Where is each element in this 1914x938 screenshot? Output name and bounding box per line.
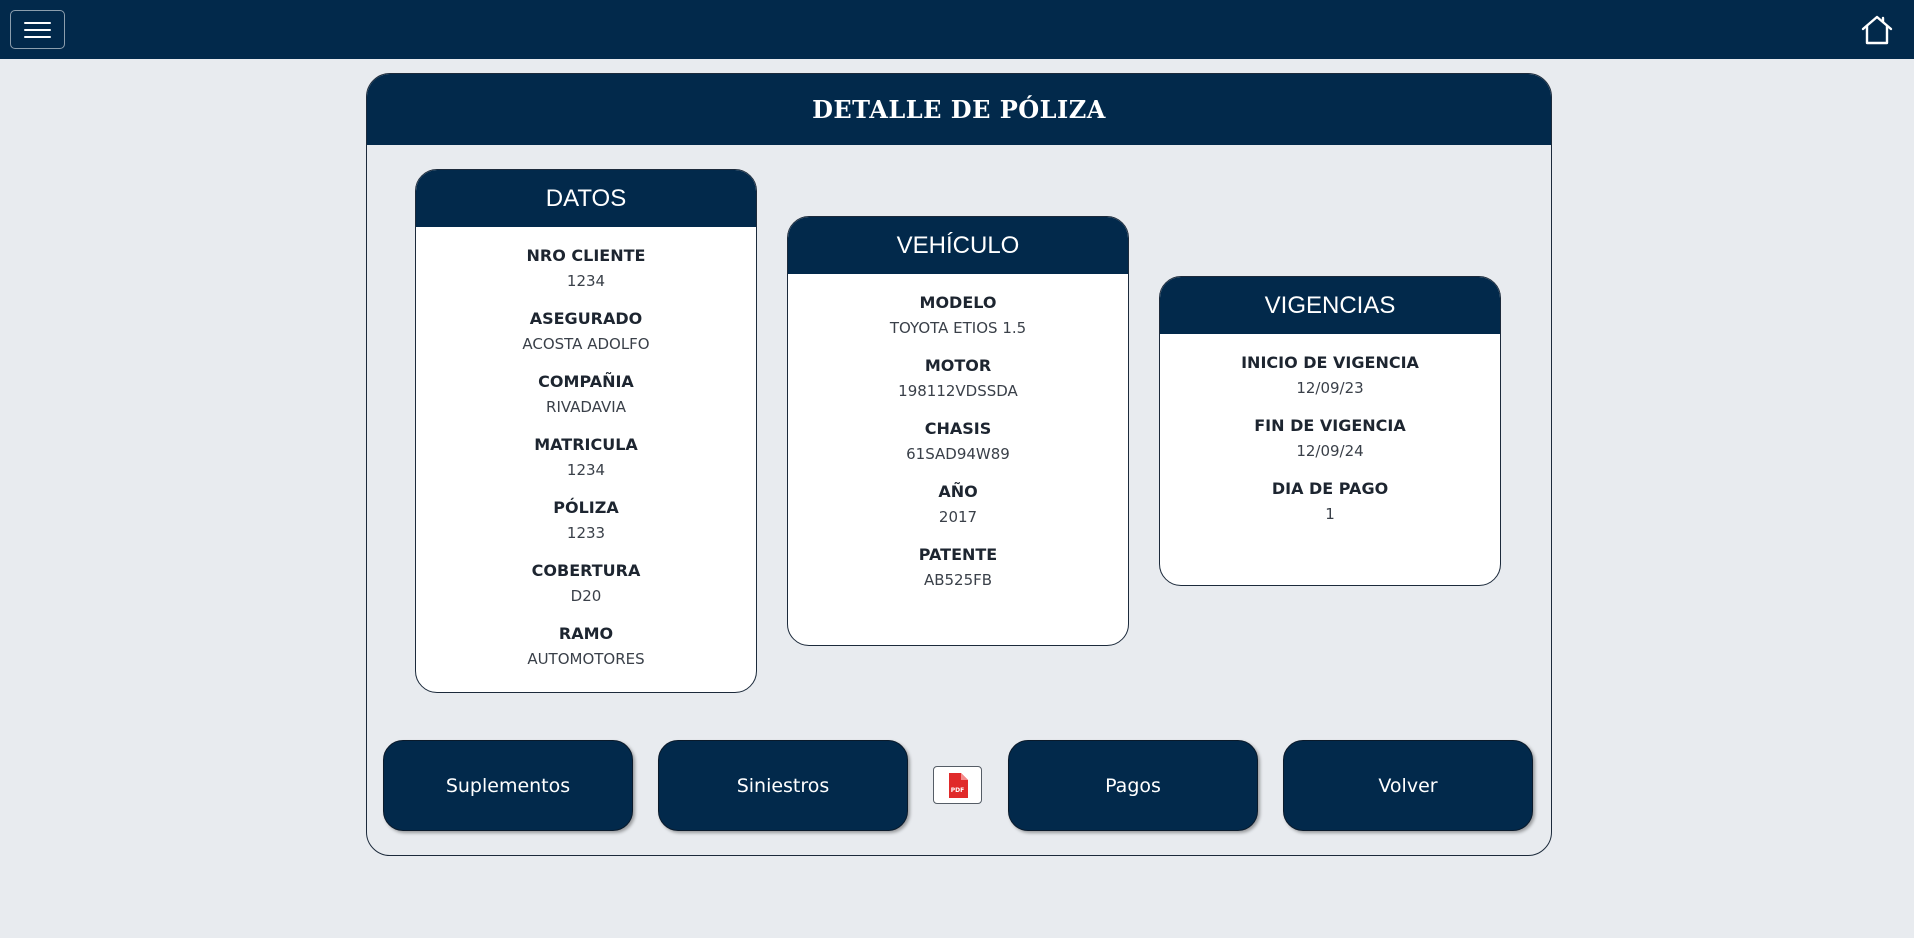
datos-panel: DATOS NRO CLIENTE 1234 ASEGURADO ACOSTA … xyxy=(415,169,757,693)
field-label: NRO CLIENTE xyxy=(526,246,646,265)
siniestros-button[interactable]: Siniestros xyxy=(658,740,908,831)
field-label: ASEGURADO xyxy=(529,309,643,328)
pdf-download-button[interactable]: PDF xyxy=(933,766,982,804)
field-value: 1 xyxy=(1325,505,1335,523)
field-label: PATENTE xyxy=(918,545,998,564)
field-nro-cliente: NRO CLIENTE 1234 xyxy=(416,245,756,308)
vigencias-panel: VIGENCIAS INICIO DE VIGENCIA 12/09/23 FI… xyxy=(1159,276,1501,586)
field-value: 198112VDSSDA xyxy=(898,382,1018,400)
field-value: TOYOTA ETIOS 1.5 xyxy=(889,319,1027,337)
field-label: COBERTURA xyxy=(531,561,641,580)
field-value: 1233 xyxy=(566,524,606,542)
vehiculo-panel: VEHÍCULO MODELO TOYOTA ETIOS 1.5 MOTOR 1… xyxy=(787,216,1129,646)
field-label: COMPAÑIA xyxy=(538,372,634,391)
datos-panel-body: NRO CLIENTE 1234 ASEGURADO ACOSTA ADOLFO… xyxy=(416,227,756,686)
field-value: 12/09/24 xyxy=(1296,442,1364,460)
top-navbar xyxy=(0,0,1914,59)
field-poliza: PÓLIZA 1233 xyxy=(416,497,756,560)
field-inicio-vigencia: INICIO DE VIGENCIA 12/09/23 xyxy=(1160,352,1500,415)
field-label: MATRICULA xyxy=(534,435,638,454)
field-fin-vigencia: FIN DE VIGENCIA 12/09/24 xyxy=(1160,415,1500,478)
pagos-button[interactable]: Pagos xyxy=(1008,740,1258,831)
field-anio: AÑO 2017 xyxy=(788,481,1128,544)
volver-button[interactable]: Volver xyxy=(1283,740,1533,831)
vehiculo-panel-title: VEHÍCULO xyxy=(788,217,1128,274)
field-asegurado: ASEGURADO ACOSTA ADOLFO xyxy=(416,308,756,371)
field-ramo: RAMO AUTOMOTORES xyxy=(416,623,756,686)
field-cobertura: COBERTURA D20 xyxy=(416,560,756,623)
field-dia-de-pago: DIA DE PAGO 1 xyxy=(1160,478,1500,541)
field-motor: MOTOR 198112VDSSDA xyxy=(788,355,1128,418)
hamburger-menu-icon[interactable] xyxy=(10,10,65,49)
field-label: INICIO DE VIGENCIA xyxy=(1241,353,1419,372)
field-value: 61SAD94W89 xyxy=(906,445,1010,463)
field-label: DIA DE PAGO xyxy=(1271,479,1389,498)
field-value: ACOSTA ADOLFO xyxy=(522,335,650,353)
field-label: PÓLIZA xyxy=(553,498,619,517)
field-value: 1234 xyxy=(566,461,606,479)
field-value: RIVADAVIA xyxy=(546,398,626,416)
field-value: 12/09/23 xyxy=(1296,379,1364,397)
field-compania: COMPAÑIA RIVADAVIA xyxy=(416,371,756,434)
field-label: MOTOR xyxy=(924,356,992,375)
field-label: AÑO xyxy=(938,482,978,501)
field-value: D20 xyxy=(570,587,602,605)
vehiculo-panel-body: MODELO TOYOTA ETIOS 1.5 MOTOR 198112VDSS… xyxy=(788,274,1128,607)
field-label: RAMO xyxy=(558,624,614,643)
vigencias-panel-body: INICIO DE VIGENCIA 12/09/23 FIN DE VIGEN… xyxy=(1160,334,1500,541)
field-patente: PATENTE AB525FB xyxy=(788,544,1128,607)
field-modelo: MODELO TOYOTA ETIOS 1.5 xyxy=(788,292,1128,355)
field-label: CHASIS xyxy=(924,419,992,438)
field-label: MODELO xyxy=(919,293,997,312)
datos-panel-title: DATOS xyxy=(416,170,756,227)
pdf-file-icon xyxy=(948,772,968,798)
field-matricula: MATRICULA 1234 xyxy=(416,434,756,497)
home-icon[interactable] xyxy=(1860,14,1894,46)
field-chasis: CHASIS 61SAD94W89 xyxy=(788,418,1128,481)
vigencias-panel-title: VIGENCIAS xyxy=(1160,277,1500,334)
suplementos-button[interactable]: Suplementos xyxy=(383,740,633,831)
field-value: 1234 xyxy=(566,272,606,290)
page-title: DETALLE DE PÓLIZA xyxy=(367,74,1551,145)
field-value: AB525FB xyxy=(923,571,993,589)
pdf-icon-label: PDF xyxy=(950,787,965,794)
field-value: 2017 xyxy=(938,508,978,526)
field-label: FIN DE VIGENCIA xyxy=(1254,416,1406,435)
field-value: AUTOMOTORES xyxy=(527,650,645,668)
